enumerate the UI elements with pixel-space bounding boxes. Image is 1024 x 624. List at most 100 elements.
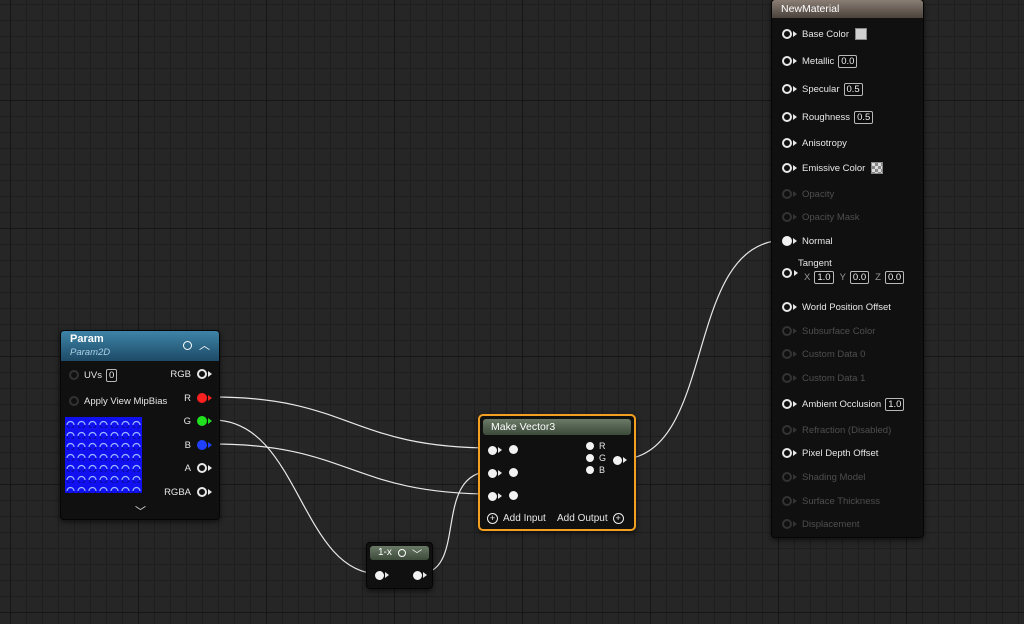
wire-r-to-make-vector3-x — [212, 396, 494, 449]
world-position-offset-pin[interactable]: World Position Offset — [782, 300, 891, 314]
roughness-value[interactable]: 0.5 — [854, 110, 874, 124]
material-result-node[interactable]: NewMaterial Base Color Metallic 0.0 Spec… — [771, 0, 924, 538]
rgb-output-label: RGB — [170, 368, 191, 380]
roughness-pin[interactable]: Roughness 0.5 — [782, 110, 874, 124]
normal-label: Normal — [802, 235, 833, 247]
make-vector3-input-x-pin[interactable] — [488, 443, 502, 457]
channel-g-pin: G — [586, 453, 606, 463]
expand-chevron-down-icon[interactable]: ﹀ — [412, 546, 422, 561]
rgb-output-pin[interactable]: RGB — [165, 367, 212, 381]
a-output-pin[interactable]: A — [180, 461, 212, 475]
param-node-title: Param — [70, 333, 104, 345]
channel-r-label: R — [599, 441, 606, 451]
make-vector3-header[interactable]: Make Vector3 — [483, 419, 631, 435]
internal-y-pin — [509, 468, 518, 477]
metallic-label: Metallic — [802, 55, 835, 67]
channel-r-pin: R — [586, 441, 606, 451]
emissive-color-label: Emissive Color — [802, 162, 866, 174]
internal-x-pin — [509, 445, 518, 454]
channel-b-label: B — [599, 465, 606, 475]
tangent-y-value[interactable]: 0.0 — [849, 271, 870, 284]
tangent-z-value[interactable]: 0.0 — [884, 271, 905, 284]
specular-pin[interactable]: Specular 0.5 — [782, 82, 863, 96]
rgba-output-pin[interactable]: RGBA — [159, 485, 212, 499]
subsurface-color-pin: Subsurface Color — [782, 324, 875, 338]
one-minus-node[interactable]: 1-x ﹀ — [366, 542, 433, 589]
ambient-occlusion-value[interactable]: 1.0 — [885, 397, 905, 411]
custom-data-1-pin: Custom Data 1 — [782, 371, 865, 385]
uvs-value[interactable]: 0 — [105, 368, 118, 382]
channel-b-pin: B — [586, 465, 605, 475]
preview-toggle-icon[interactable] — [183, 341, 192, 350]
preview-toggle-icon[interactable] — [398, 549, 406, 557]
expand-chevron-down-icon[interactable]: ﹀ — [135, 503, 146, 519]
shading-model-pin: Shading Model — [782, 470, 865, 484]
surface-thickness-label: Surface Thickness — [802, 495, 880, 507]
tangent-pin[interactable]: Tangent X 1.0 Y 0.0 Z 0.0 — [782, 258, 922, 290]
wire-make-vector3-to-normal — [616, 239, 787, 461]
param-node-subtitle: Param2D — [70, 347, 111, 358]
opacity-pin: Opacity — [782, 187, 834, 201]
add-output-label: Add Output — [557, 512, 608, 524]
refraction-label: Refraction (Disabled) — [802, 424, 892, 436]
ambient-occlusion-pin[interactable]: Ambient Occlusion 1.0 — [782, 397, 905, 411]
rgba-output-label: RGBA — [164, 486, 191, 498]
uvs-input-pin[interactable]: UVs 0 — [69, 368, 118, 382]
pixel-depth-offset-pin[interactable]: Pixel Depth Offset — [782, 446, 878, 460]
add-input-plus-icon: + — [487, 512, 498, 524]
apply-view-mipbias-input-pin[interactable]: Apply View MipBias — [69, 394, 167, 408]
channel-g-label: G — [599, 453, 607, 463]
tangent-y-axis-label: Y — [839, 272, 846, 283]
roughness-label: Roughness — [802, 111, 851, 123]
base-color-label: Base Color — [802, 28, 849, 40]
metallic-value[interactable]: 0.0 — [838, 54, 858, 68]
apply-view-mipbias-label: Apply View MipBias — [84, 395, 168, 407]
internal-z-pin — [509, 491, 518, 500]
tangent-z-axis-label: Z — [875, 272, 881, 283]
specular-label: Specular — [802, 83, 840, 95]
texture-preview-thumbnail — [65, 417, 142, 493]
normal-pin[interactable]: Normal — [782, 234, 833, 248]
base-color-swatch[interactable] — [855, 28, 867, 40]
specular-value[interactable]: 0.5 — [843, 82, 863, 96]
opacity-mask-label: Opacity Mask — [802, 211, 860, 223]
make-vector3-title: Make Vector3 — [491, 421, 556, 433]
make-vector3-node[interactable]: Make Vector3 R G B + Add Input Add Outpu… — [478, 414, 636, 531]
r-output-pin[interactable]: R — [179, 391, 212, 405]
param-node-header[interactable]: Param Param2D ︿ — [61, 331, 219, 361]
add-output-plus-icon: + — [612, 512, 624, 524]
world-position-offset-label: World Position Offset — [802, 301, 891, 313]
emissive-color-pin[interactable]: Emissive Color — [782, 161, 884, 175]
uvs-label: UVs — [84, 369, 102, 381]
add-output-button[interactable]: Add Output + — [557, 511, 624, 525]
b-output-pin[interactable]: B — [180, 438, 212, 452]
r-output-label: R — [184, 392, 191, 404]
custom-data-0-label: Custom Data 0 — [802, 348, 866, 360]
one-minus-output-pin[interactable] — [413, 568, 427, 582]
pixel-depth-offset-label: Pixel Depth Offset — [802, 447, 879, 459]
make-vector3-output-pin[interactable] — [613, 453, 627, 467]
make-vector3-input-y-pin[interactable] — [488, 466, 502, 480]
a-output-label: A — [184, 462, 191, 474]
subsurface-color-label: Subsurface Color — [802, 325, 876, 337]
displacement-label: Displacement — [802, 518, 860, 530]
add-input-button[interactable]: + Add Input — [487, 511, 546, 525]
g-output-pin[interactable]: G — [179, 414, 212, 428]
one-minus-title: 1-x — [378, 547, 392, 558]
one-minus-header[interactable]: 1-x ﹀ — [370, 546, 429, 561]
b-output-label: B — [184, 439, 191, 451]
add-input-label: Add Input — [503, 512, 546, 524]
material-header[interactable]: NewMaterial — [772, 0, 923, 18]
base-color-pin[interactable]: Base Color — [782, 27, 867, 41]
collapse-chevron-up-icon[interactable]: ︿ — [199, 337, 210, 353]
metallic-pin[interactable]: Metallic 0.0 — [782, 54, 858, 68]
one-minus-input-pin[interactable] — [375, 568, 389, 582]
opacity-mask-pin: Opacity Mask — [782, 210, 860, 224]
emissive-color-swatch[interactable] — [871, 162, 884, 174]
param-texture-node[interactable]: Param Param2D ︿ UVs 0 Apply View MipBias… — [60, 330, 220, 520]
refraction-pin: Refraction (Disabled) — [782, 423, 891, 437]
anisotropy-pin[interactable]: Anisotropy — [782, 136, 847, 150]
make-vector3-input-z-pin[interactable] — [488, 489, 502, 503]
tangent-x-value[interactable]: 1.0 — [814, 271, 834, 284]
displacement-pin: Displacement — [782, 517, 860, 531]
